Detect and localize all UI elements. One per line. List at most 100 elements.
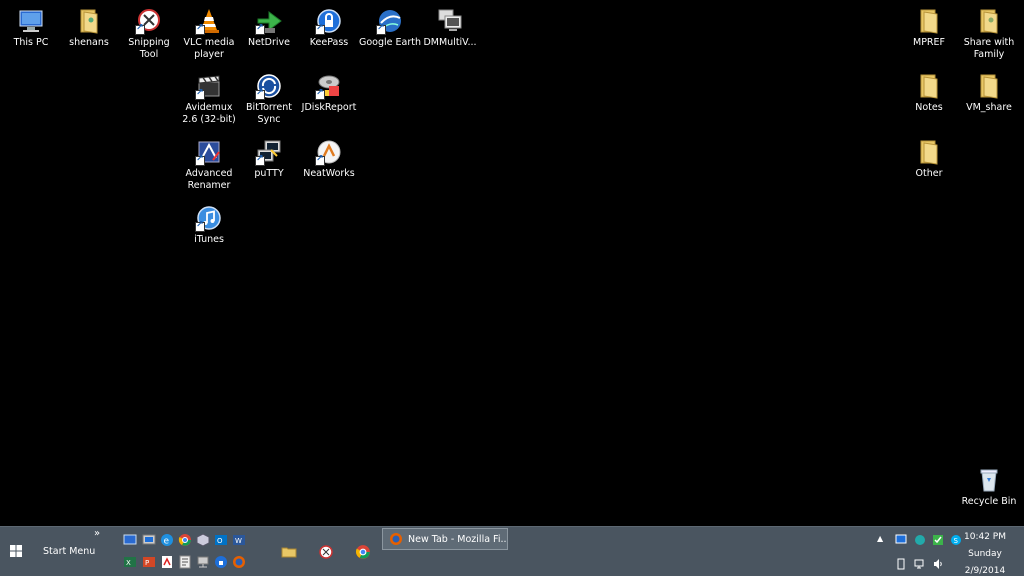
firefox-window-button[interactable]: New Tab - Mozilla Fi... <box>382 528 508 550</box>
recycle-bin[interactable]: Recycle Bin <box>958 466 1020 508</box>
firefox-window-title: New Tab - Mozilla Fi... <box>408 533 507 545</box>
lock-icon[interactable] <box>214 555 228 569</box>
network-status-icon[interactable] <box>914 558 926 570</box>
keepass-shortcut[interactable]: KeePass <box>298 7 360 49</box>
computer-icon <box>17 7 45 35</box>
jdiskreport-shortcut[interactable]: JDiskReport <box>298 72 360 114</box>
vm-share-folder[interactable]: VM_share <box>958 72 1020 114</box>
share-with-family-label: Share with Family <box>963 37 1015 60</box>
snipping-tool-shortcut[interactable]: Snipping Tool <box>118 7 180 61</box>
powerpoint-icon[interactable]: P <box>142 555 156 569</box>
tray-green-check-icon[interactable] <box>932 534 944 546</box>
document-list-icon[interactable] <box>178 555 192 569</box>
notes-label: Notes <box>915 102 943 113</box>
clapperboard-icon <box>195 72 223 100</box>
sync-icon <box>255 72 283 100</box>
folder-icon <box>915 138 943 166</box>
start-button[interactable] <box>4 539 28 563</box>
this-pc-icon[interactable]: This PC <box>0 7 62 49</box>
advanced-renamer-label: Advanced Renamer <box>185 168 233 191</box>
svg-text:X: X <box>126 559 131 567</box>
remote-desktop-icon[interactable] <box>142 533 156 547</box>
tray-phone-icon[interactable] <box>895 558 907 570</box>
notes-folder[interactable]: Notes <box>898 72 960 114</box>
shortcut-arrow-icon <box>195 220 205 232</box>
snipping-tool-button[interactable] <box>310 530 342 574</box>
tray-remote-icon[interactable] <box>895 534 907 546</box>
vm-share-label: VM_share <box>966 102 1012 113</box>
pdf-reader-icon[interactable] <box>160 555 174 569</box>
avidemux-shortcut[interactable]: Avidemux 2.6 (32-bit) <box>178 72 240 126</box>
shortcut-arrow-icon <box>195 88 205 100</box>
taskbar: Start Menu » e O W X P New Tab - Mozilla… <box>0 526 1024 576</box>
keepass-label: KeePass <box>309 37 349 48</box>
dmmulti-shortcut[interactable]: DMMultiV... <box>419 7 481 49</box>
tray-sync-icon[interactable] <box>914 534 926 546</box>
shortcut-arrow-icon <box>315 23 325 35</box>
itunes-icon <box>195 204 223 232</box>
shortcut-arrow-icon <box>135 23 145 35</box>
itunes-label: iTunes <box>194 234 224 245</box>
outlook-icon[interactable]: O <box>214 533 228 547</box>
shortcut-arrow-icon <box>315 154 325 166</box>
svg-text:e: e <box>164 537 170 547</box>
word-icon[interactable]: W <box>232 533 246 547</box>
putty-shortcut[interactable]: puTTY <box>238 138 300 180</box>
shortcut-arrow-icon <box>195 23 205 35</box>
folder-icon <box>915 7 943 35</box>
show-hidden-icons-chevron[interactable]: ▲ <box>877 534 883 543</box>
svg-text:W: W <box>235 537 242 545</box>
neatworks-label: NeatWorks <box>303 168 355 179</box>
share-with-family-folder[interactable]: Share with Family <box>958 7 1020 61</box>
shortcut-arrow-icon <box>195 154 205 166</box>
folder-icon <box>975 72 1003 100</box>
google-earth-label: Google Earth <box>359 37 421 48</box>
svg-text:P: P <box>145 559 149 567</box>
firefox-quicklaunch-icon[interactable] <box>232 555 246 569</box>
netdrive-label: NetDrive <box>247 37 290 48</box>
shenans-label: shenans <box>69 37 109 48</box>
network-icon[interactable] <box>196 555 210 569</box>
snipping-tool-label: Snipping Tool <box>128 37 170 60</box>
vlc-label: VLC media player <box>183 37 235 60</box>
keepass-lock-icon <box>315 7 343 35</box>
bittorrent-sync-shortcut[interactable]: BitTorrent Sync <box>238 72 300 126</box>
shared-folder-icon <box>975 7 1003 35</box>
recycle-bin-label: Recycle Bin <box>961 496 1017 507</box>
chrome-taskbar-button[interactable] <box>347 530 379 574</box>
google-earth-shortcut[interactable]: Google Earth <box>359 7 421 49</box>
start-menu-label[interactable]: Start Menu <box>43 546 95 557</box>
vlc-shortcut[interactable]: VLC media player <box>178 7 240 61</box>
netdrive-shortcut[interactable]: NetDrive <box>238 7 300 49</box>
avidemux-label: Avidemux 2.6 (32-bit) <box>182 102 236 125</box>
folder-icon <box>915 72 943 100</box>
virtualbox-icon[interactable] <box>196 533 210 547</box>
other-folder[interactable]: Other <box>898 138 960 180</box>
jdiskreport-icon <box>315 72 343 100</box>
toolbar-overflow-chevron[interactable]: » <box>94 528 100 539</box>
clock-time: 10:42 PM <box>964 532 1006 542</box>
firefox-icon <box>390 533 402 545</box>
excel-icon[interactable]: X <box>123 555 137 569</box>
scissors-icon <box>135 7 163 35</box>
svg-text:O: O <box>217 537 223 545</box>
clock[interactable]: 10:42 PM Sunday 2/9/2014 <box>956 529 1014 576</box>
shenans-folder[interactable]: shenans <box>58 7 120 49</box>
windows-logo-icon <box>10 545 22 557</box>
neatworks-shortcut[interactable]: NeatWorks <box>298 138 360 180</box>
advanced-renamer-shortcut[interactable]: Advanced Renamer <box>178 138 240 192</box>
file-explorer-button[interactable] <box>273 530 305 574</box>
mpref-label: MPREF <box>913 37 945 48</box>
internet-explorer-icon[interactable]: e <box>160 533 174 547</box>
itunes-shortcut[interactable]: iTunes <box>178 204 240 246</box>
recycle-bin-icon <box>975 466 1003 494</box>
mpref-folder[interactable]: MPREF <box>898 7 960 49</box>
netdrive-arrow-icon <box>255 7 283 35</box>
volume-icon[interactable] <box>932 558 944 570</box>
chrome-icon[interactable] <box>178 533 192 547</box>
folder-icon <box>281 547 297 558</box>
show-desktop-icon[interactable] <box>123 533 137 547</box>
bittorrent-sync-label: BitTorrent Sync <box>246 102 292 125</box>
this-pc-label: This PC <box>13 37 49 48</box>
shortcut-arrow-icon <box>315 88 325 100</box>
